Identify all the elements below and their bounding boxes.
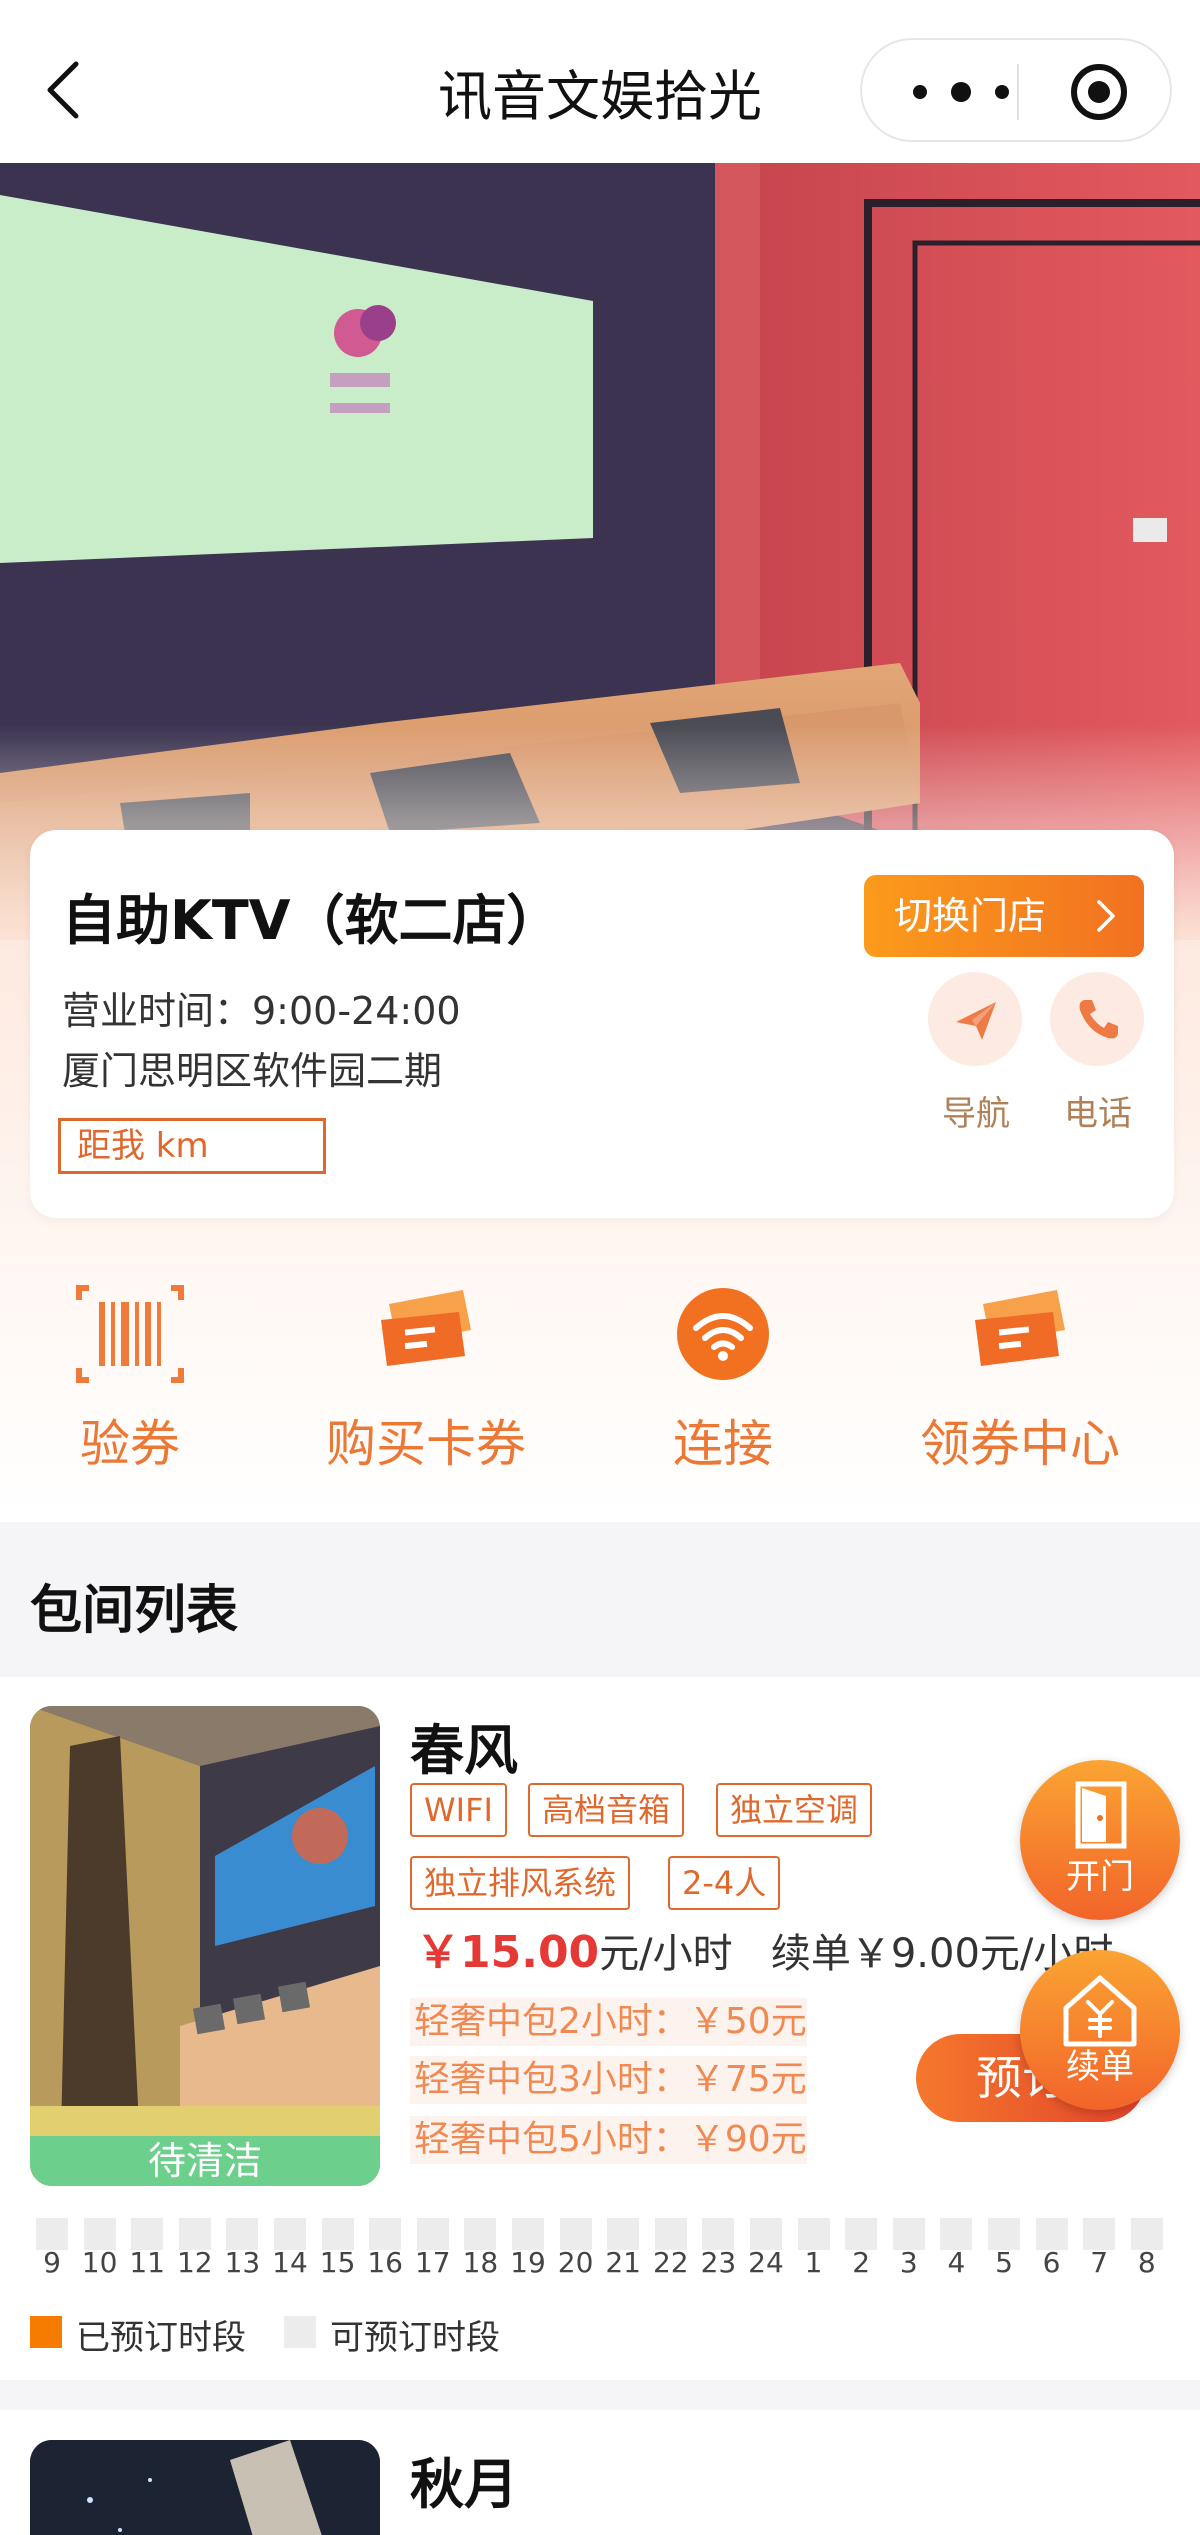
- hour-label: 21: [605, 2246, 641, 2279]
- switch-store-button[interactable]: 切换门店: [864, 875, 1144, 957]
- hour-label: 10: [81, 2246, 118, 2279]
- distance-badge: 距我 km: [58, 1118, 326, 1174]
- hour-label: 5: [995, 2246, 1013, 2279]
- hourly-price: ￥15.00: [416, 1927, 600, 1978]
- paper-plane-icon: [956, 1002, 996, 1040]
- store-name: 自助KTV（软二店）: [62, 889, 561, 952]
- package-option[interactable]: 轻奢中包3小时：￥75元: [410, 2056, 807, 2104]
- open-door-button[interactable]: 开门: [1020, 1760, 1180, 1920]
- ticket-icon: [975, 1290, 1065, 1366]
- connect-label: 连接: [673, 1415, 773, 1473]
- hour-label: 19: [510, 2246, 546, 2279]
- barcode-icon: [76, 1285, 184, 1383]
- ticket-icon: [381, 1290, 471, 1366]
- room-tag: 独立空调: [716, 1783, 873, 1837]
- buy-card-label: 购买卡券: [326, 1415, 526, 1473]
- booked-legend-swatch: [30, 2316, 62, 2348]
- store-hero-image: [0, 163, 1200, 943]
- hour-label: 18: [462, 2246, 499, 2279]
- switch-store-label: 切换门店: [894, 894, 1047, 938]
- room-list-title: 包间列表: [30, 1581, 239, 1641]
- navigation-bar: 讯音文娱拾光: [0, 0, 1200, 163]
- room-photo[interactable]: [30, 2440, 380, 2535]
- hour-label: 14: [272, 2246, 308, 2279]
- package-option[interactable]: 轻奢中包2小时：￥50元: [410, 1998, 807, 2046]
- more-dots-icon[interactable]: [906, 74, 1016, 110]
- hour-label: 6: [1042, 2246, 1061, 2279]
- available-legend-swatch: [284, 2316, 316, 2348]
- hour-label: 15: [319, 2246, 356, 2279]
- room-photo[interactable]: 待清洁: [30, 1706, 380, 2186]
- hour-label: 2: [852, 2246, 871, 2279]
- room-tag: 高档音箱: [528, 1783, 685, 1837]
- room-name: 春风: [410, 1719, 518, 1782]
- hour-label: 1: [804, 2246, 823, 2279]
- hour-label: 8: [1137, 2246, 1156, 2279]
- call-label: 电话: [1064, 1094, 1132, 1134]
- booked-legend-label: 已预订时段: [76, 2318, 246, 2358]
- hour-label: 3: [899, 2246, 918, 2279]
- open-door-label: 开门: [1066, 1857, 1134, 1897]
- renew-order-button[interactable]: 续单: [1020, 1950, 1180, 2110]
- verify-coupon-button[interactable]: 验券: [0, 1284, 260, 1476]
- package-option[interactable]: 轻奢中包5小时：￥90元: [410, 2116, 807, 2164]
- capsule-divider: [1017, 64, 1019, 120]
- room-name: 秋月: [410, 2453, 518, 2516]
- connect-button[interactable]: 连接: [593, 1284, 853, 1476]
- available-legend-label: 可预订时段: [330, 2318, 500, 2358]
- business-hours: 营业时间：9:00-24:00: [62, 989, 461, 1033]
- store-info-card: 自助KTV（软二店） 切换门店 营业时间：9:00-24:00 厦门思明区软件园…: [30, 830, 1174, 1218]
- hour-label: 24: [748, 2246, 784, 2279]
- store-address: 厦门思明区软件园二期: [62, 1049, 443, 1093]
- buy-card-button[interactable]: 购买卡券: [296, 1284, 556, 1476]
- call-button[interactable]: 电话: [1050, 972, 1146, 1135]
- price-line: ￥15.00元/小时 续单￥9.00元/小时: [416, 1916, 1113, 1980]
- hour-label: 20: [557, 2246, 594, 2279]
- hour-label: 9: [43, 2246, 61, 2279]
- renew-order-label: 续单: [1066, 2047, 1134, 2087]
- chevron-right-icon: [1097, 900, 1115, 932]
- coupon-center-button[interactable]: 领券中心: [890, 1284, 1150, 1476]
- hour-label: 17: [414, 2246, 451, 2279]
- room-tag: 2-4人: [668, 1856, 781, 1910]
- hour-label: 16: [367, 2246, 403, 2279]
- room-tag: WIFI: [410, 1783, 507, 1837]
- navigate-button[interactable]: 导航: [928, 972, 1024, 1135]
- hour-label: 11: [129, 2246, 165, 2279]
- miniprogram-capsule: [860, 38, 1172, 142]
- wifi-icon: [677, 1288, 769, 1380]
- card-divider: [0, 2380, 1200, 2410]
- coupon-center-label: 领券中心: [920, 1415, 1120, 1473]
- verify-coupon-label: 验券: [80, 1415, 180, 1473]
- hour-label: 23: [700, 2246, 737, 2279]
- hour-label: 22: [652, 2246, 689, 2279]
- close-miniprogram-icon[interactable]: [1069, 62, 1129, 122]
- hour-label: 12: [176, 2246, 213, 2279]
- room-tag: 独立排风系统: [410, 1856, 631, 1910]
- hour-label: 13: [224, 2246, 261, 2279]
- hour-label: 7: [1090, 2246, 1109, 2279]
- phone-icon: [1079, 1000, 1118, 1039]
- room-status-badge: 待清洁: [30, 2136, 380, 2186]
- price-unit: 元/小时: [599, 1931, 733, 1977]
- hour-label: 4: [947, 2246, 966, 2279]
- navigate-label: 导航: [942, 1094, 1010, 1134]
